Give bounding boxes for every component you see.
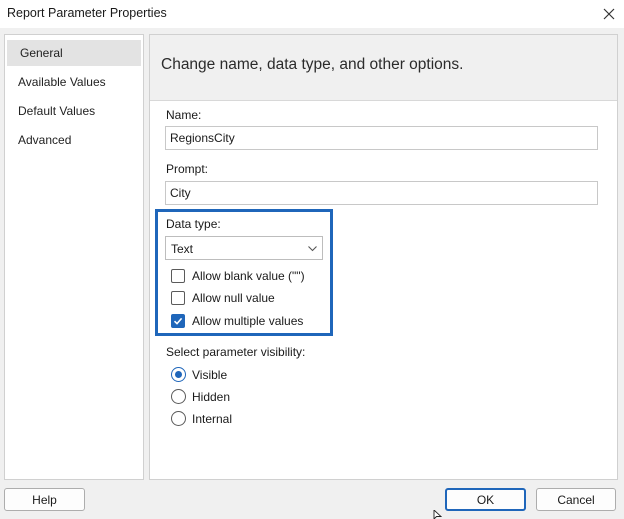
checkbox-box[interactable] xyxy=(171,314,185,328)
checkbox-box[interactable] xyxy=(171,291,185,305)
cancel-button[interactable]: Cancel xyxy=(536,488,616,511)
window-title: Report Parameter Properties xyxy=(7,6,167,20)
allow-blank-label: Allow blank value ("") xyxy=(192,269,305,283)
title-bar: Report Parameter Properties xyxy=(0,0,624,28)
hidden-label: Hidden xyxy=(192,390,231,404)
sidebar-item-available-values[interactable]: Available Values xyxy=(5,69,143,95)
checkmark-icon xyxy=(173,317,183,325)
datatype-value: Text xyxy=(171,242,194,256)
name-field[interactable] xyxy=(165,126,598,150)
allow-multiple-label: Allow multiple values xyxy=(192,314,304,328)
sidebar-item-default-values[interactable]: Default Values xyxy=(5,98,143,124)
datatype-select[interactable]: Text xyxy=(165,236,323,260)
radio-button[interactable] xyxy=(171,367,186,382)
radio-button[interactable] xyxy=(171,411,186,426)
mouse-cursor-icon xyxy=(433,510,442,519)
page-header: Change name, data type, and other option… xyxy=(150,35,617,101)
ok-button[interactable]: OK xyxy=(445,488,526,511)
checkbox-box[interactable] xyxy=(171,269,185,283)
sidebar-item-label: Advanced xyxy=(18,133,72,147)
sidebar: General Available Values Default Values … xyxy=(4,34,144,480)
visibility-label: Select parameter visibility: xyxy=(166,345,306,359)
close-icon xyxy=(603,8,615,20)
radio-button[interactable] xyxy=(171,389,186,404)
datatype-label: Data type: xyxy=(166,217,221,231)
sidebar-item-label: Default Values xyxy=(18,104,96,118)
name-label: Name: xyxy=(166,108,202,122)
close-button[interactable] xyxy=(594,0,624,28)
sidebar-item-advanced[interactable]: Advanced xyxy=(5,127,143,153)
sidebar-item-label: General xyxy=(20,46,63,60)
help-button[interactable]: Help xyxy=(4,488,85,511)
prompt-field[interactable] xyxy=(165,181,598,205)
sidebar-item-general[interactable]: General xyxy=(7,40,141,66)
allow-null-label: Allow null value xyxy=(192,291,275,305)
prompt-label: Prompt: xyxy=(166,162,209,176)
sidebar-item-label: Available Values xyxy=(18,75,106,89)
internal-label: Internal xyxy=(192,412,233,426)
page-title: Change name, data type, and other option… xyxy=(161,56,464,73)
chevron-down-icon xyxy=(308,246,317,252)
visible-label: Visible xyxy=(192,368,228,382)
